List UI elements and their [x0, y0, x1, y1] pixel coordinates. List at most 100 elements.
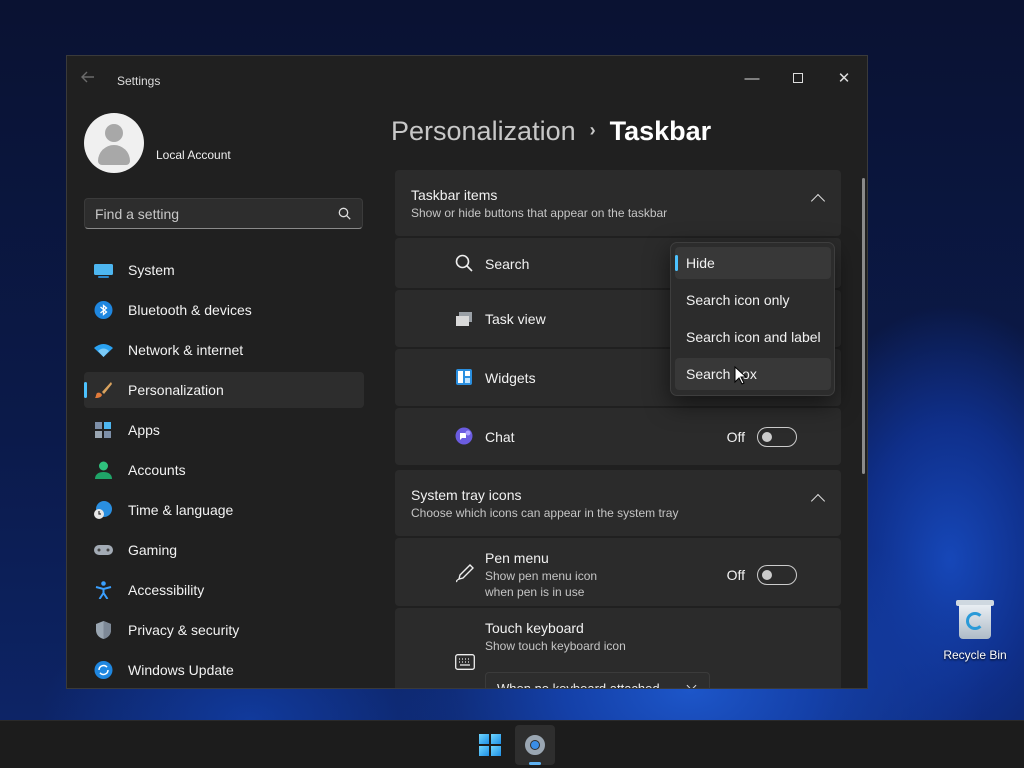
sidebar-item-label: Accounts	[128, 462, 186, 478]
system-tray-header[interactable]: System tray icons Choose which icons can…	[395, 470, 841, 536]
widgets-icon	[456, 369, 472, 385]
sidebar-item-bluetooth[interactable]: Bluetooth & devices	[84, 292, 364, 328]
chat-label: Chat	[485, 429, 515, 445]
back-arrow-icon	[81, 71, 94, 83]
scrollbar[interactable]	[862, 178, 865, 474]
toggle-knob	[762, 432, 772, 442]
minimize-button[interactable]: —	[735, 64, 769, 94]
chevron-up-icon[interactable]	[810, 193, 826, 209]
search-row-label: Search	[485, 256, 530, 272]
taskbar-items-header[interactable]: Taskbar items Show or hide buttons that …	[395, 170, 841, 236]
dropdown-option-search-icon-only[interactable]: Search icon only	[675, 284, 831, 316]
sidebar-item-label: Apps	[128, 422, 160, 438]
pen-menu-description-2: when pen is in use	[485, 585, 585, 599]
system-tray-title: System tray icons	[411, 487, 522, 503]
dropdown-option-search-icon-and-label[interactable]: Search icon and label	[675, 321, 831, 353]
sidebar-item-system[interactable]: System	[84, 252, 364, 288]
breadcrumb-separator: ›	[589, 120, 596, 140]
touch-keyboard-description: Show touch keyboard icon	[485, 639, 626, 653]
sidebar-item-label: Windows Update	[128, 662, 234, 678]
chat-toggle[interactable]	[757, 427, 797, 447]
chat-toggle-state: Off	[726, 429, 745, 445]
dropdown-option-search-box[interactable]: Search box	[675, 358, 831, 390]
sidebar-item-label: Privacy & security	[128, 622, 240, 638]
pen-menu-label: Pen menu	[485, 550, 549, 566]
touch-keyboard-row: Touch keyboard Show touch keyboard icon …	[395, 608, 841, 689]
globe-clock-icon	[94, 501, 112, 519]
gamepad-icon	[94, 545, 113, 555]
widgets-label: Widgets	[485, 370, 536, 386]
system-monitor-icon	[94, 264, 113, 278]
sidebar-item-windows-update[interactable]: Windows Update	[84, 652, 364, 688]
sidebar-item-accessibility[interactable]: Accessibility	[84, 572, 364, 608]
sidebar-item-time-language[interactable]: Time & language	[84, 492, 364, 528]
sidebar-item-accounts[interactable]: Accounts	[84, 452, 364, 488]
pen-menu-row: Pen menu Show pen menu icon when pen is …	[395, 538, 841, 606]
avatar[interactable]	[84, 113, 144, 173]
maximize-icon	[793, 73, 803, 83]
recycle-bin-shortcut[interactable]: Recycle Bin	[938, 596, 1012, 662]
breadcrumb-parent[interactable]: Personalization	[391, 116, 576, 146]
breadcrumb: Personalization › Taskbar	[391, 116, 711, 147]
taskbar-items-title: Taskbar items	[411, 187, 498, 203]
pen-menu-toggle[interactable]	[757, 565, 797, 585]
start-button[interactable]	[470, 725, 510, 765]
sidebar-item-privacy-security[interactable]: Privacy & security	[84, 612, 364, 648]
chat-icon	[455, 427, 473, 445]
sidebar-item-label: Accessibility	[128, 582, 205, 598]
chevron-up-icon[interactable]	[810, 493, 826, 509]
sidebar-item-label: Bluetooth & devices	[128, 302, 252, 318]
mouse-cursor-icon	[734, 366, 748, 385]
taskbar	[0, 720, 1024, 768]
touch-keyboard-select[interactable]: When no keyboard attached	[485, 672, 710, 689]
recycle-bin-icon	[956, 596, 994, 640]
app-title: Settings	[117, 74, 161, 88]
selection-indicator	[675, 255, 678, 271]
sidebar-item-label: Personalization	[128, 382, 224, 398]
search-icon	[338, 207, 351, 220]
touch-keyboard-label: Touch keyboard	[485, 620, 584, 636]
sidebar-item-network[interactable]: Network & internet	[84, 332, 364, 368]
sidebar-item-label: Network & internet	[128, 342, 244, 358]
taskbar-settings-button[interactable]	[515, 725, 555, 765]
task-view-label: Task view	[485, 311, 546, 327]
system-tray-description: Choose which icons can appear in the sys…	[411, 506, 679, 520]
windows-logo-icon	[479, 734, 501, 756]
recycle-bin-label: Recycle Bin	[943, 648, 1007, 662]
update-icon	[94, 661, 113, 679]
search-box[interactable]	[84, 198, 363, 229]
toggle-knob	[762, 570, 772, 580]
wifi-icon	[94, 344, 113, 357]
person-icon	[95, 461, 112, 479]
account-name: Local Account	[156, 148, 231, 162]
keyboard-icon	[455, 654, 475, 670]
sidebar-item-label: System	[128, 262, 175, 278]
shield-icon	[96, 621, 111, 639]
gear-icon	[525, 735, 545, 755]
sidebar-item-apps[interactable]: Apps	[84, 412, 364, 448]
dropdown-option-hide[interactable]: Hide	[675, 247, 831, 279]
bluetooth-icon	[94, 301, 113, 319]
sidebar-item-label: Time & language	[128, 502, 234, 518]
apps-icon	[95, 422, 111, 438]
back-button[interactable]	[81, 70, 95, 89]
search-input[interactable]	[95, 205, 325, 223]
title-bar: Settings — ✕	[67, 56, 867, 104]
search-mode-dropdown: Hide Search icon only Search icon and la…	[670, 242, 835, 396]
pen-icon	[456, 564, 474, 583]
dropdown-option-label: Search icon and label	[686, 329, 821, 345]
sidebar-item-personalization[interactable]: Personalization	[84, 372, 364, 408]
sidebar-item-gaming[interactable]: Gaming	[84, 532, 364, 568]
sidebar-nav: System Bluetooth & devices Network & int…	[84, 252, 364, 688]
paintbrush-icon	[95, 382, 112, 398]
close-button[interactable]: ✕	[827, 64, 861, 94]
chat-row: Chat Off	[395, 408, 841, 465]
maximize-button[interactable]	[781, 64, 815, 94]
taskbar-items-description: Show or hide buttons that appear on the …	[411, 206, 668, 220]
pen-menu-description: Show pen menu icon	[485, 569, 598, 583]
touch-keyboard-select-value: When no keyboard attached	[497, 681, 660, 689]
accessibility-icon	[95, 581, 112, 599]
task-view-icon	[456, 312, 472, 326]
dropdown-option-label: Hide	[686, 255, 715, 271]
pen-menu-toggle-state: Off	[726, 567, 745, 583]
